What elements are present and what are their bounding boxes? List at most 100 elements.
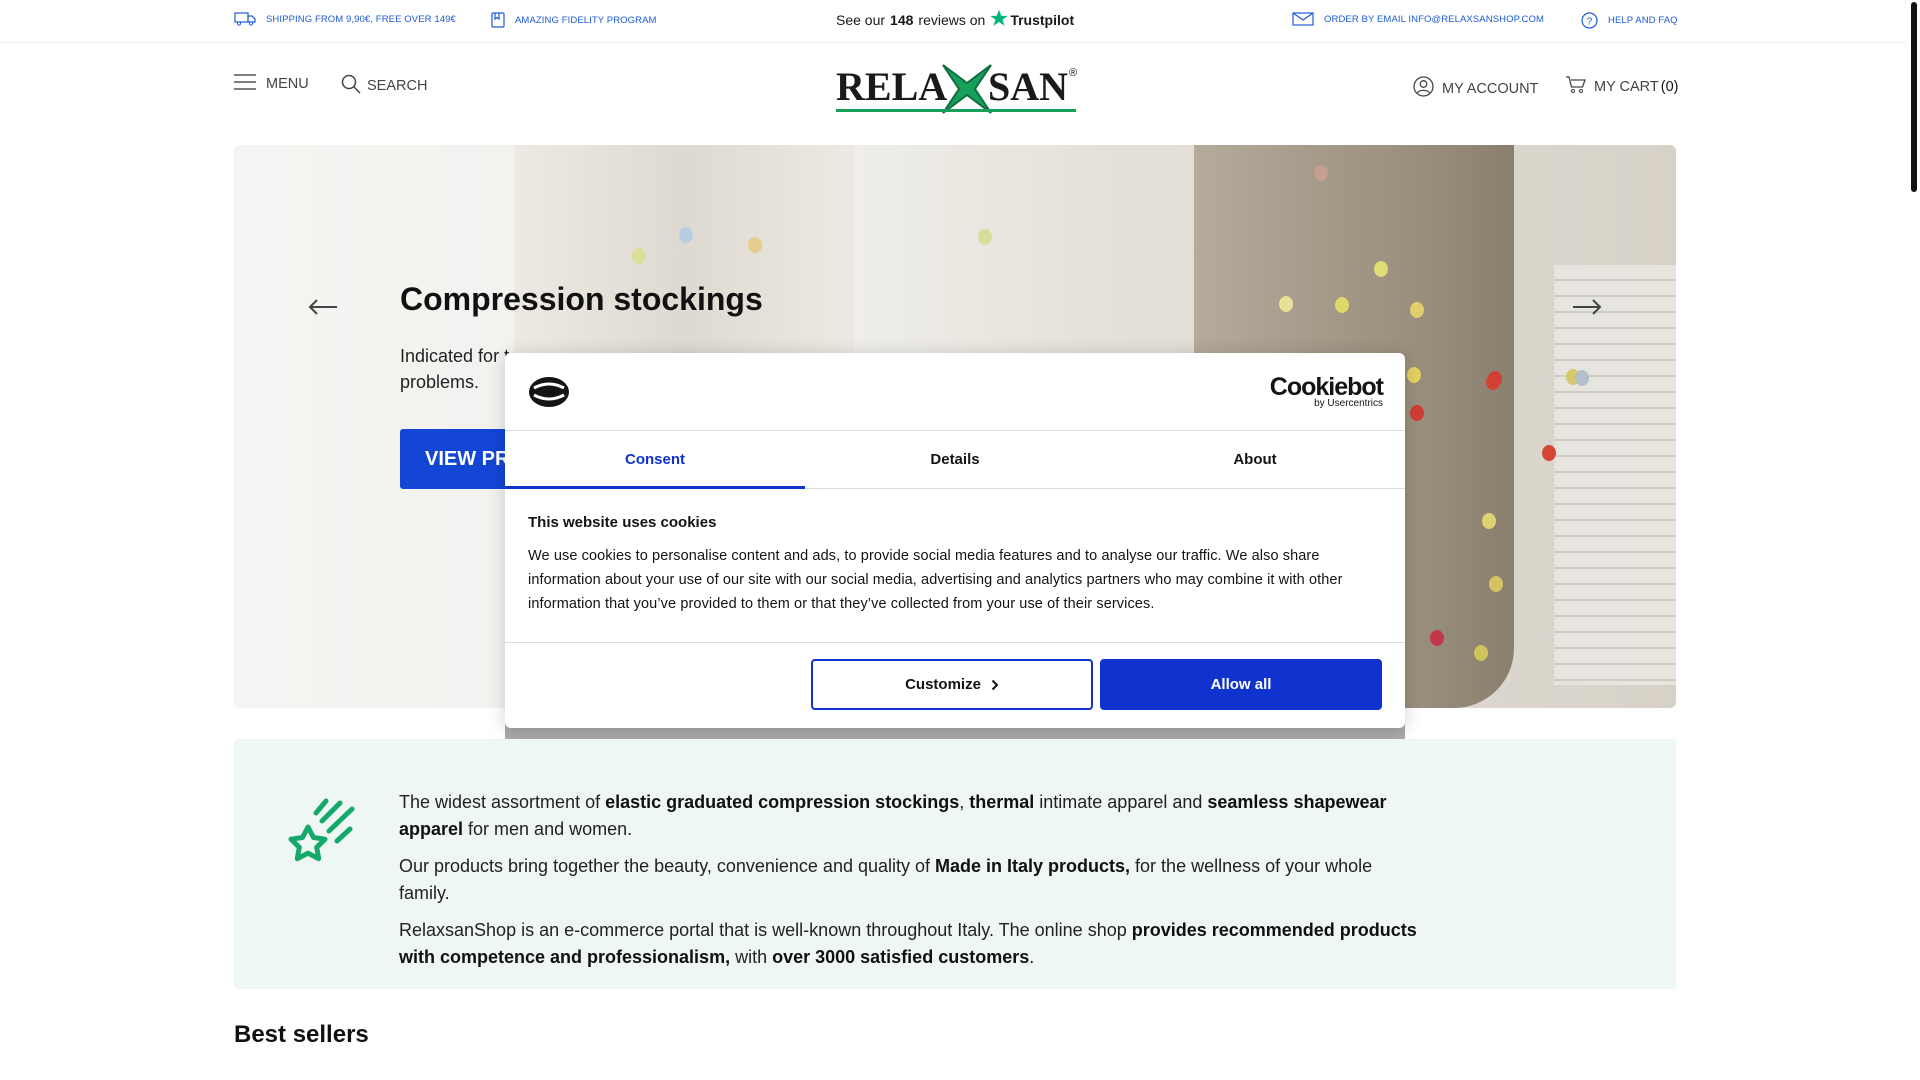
trustpilot-brand: Trustpilot: [990, 9, 1074, 30]
mail-icon: [1292, 12, 1314, 26]
p1-segment-0: The widest assortment of: [399, 792, 606, 812]
logo-cross-icon: [939, 61, 995, 122]
user-icon: [1413, 76, 1434, 101]
p1-segment-4: intimate apparel and: [1034, 792, 1208, 812]
logo-underline: [836, 109, 1076, 112]
info-text: The widest assortment of elastic graduat…: [399, 789, 1419, 981]
hero-dot: [1575, 370, 1589, 386]
star-icon: [990, 9, 1009, 30]
info-section: The widest assortment of elastic graduat…: [234, 739, 1676, 989]
trustpilot-prefix: See our: [836, 11, 886, 28]
hero-image-floor: [1554, 265, 1676, 685]
relaxsan-logo[interactable]: RELA SAN ®: [836, 63, 1078, 115]
trustpilot-widget[interactable]: See our 148 reviews on Trustpilot: [836, 9, 1074, 30]
allow-all-button[interactable]: Allow all: [1100, 659, 1382, 710]
scrollbar-thumb[interactable]: [1911, 2, 1917, 192]
hero-next-arrow[interactable]: [1572, 285, 1602, 324]
trustpilot-count: 148: [890, 11, 914, 28]
hero-dot: [1542, 445, 1556, 461]
tab-about[interactable]: About: [1105, 431, 1405, 488]
hero-title: Compression stockings: [400, 281, 763, 317]
hero-prev-arrow[interactable]: [308, 285, 338, 324]
hero-dot: [1335, 297, 1349, 313]
arrow-left-icon: [308, 285, 338, 323]
truck-icon: [234, 12, 256, 26]
chevron-right-icon: [991, 678, 999, 695]
p3-segment-2: with: [730, 947, 773, 967]
card-icon: [491, 12, 505, 28]
hero-dot: [1474, 645, 1488, 661]
hero-dot: [1488, 371, 1502, 387]
help-faq-link[interactable]: ? HELP AND FAQ: [1581, 12, 1678, 29]
cookie-logo-icon: [528, 376, 570, 413]
cookie-actions: Customize Allow all: [505, 643, 1405, 728]
cookie-dialog-header: Cookiebot by Usercentrics: [505, 353, 1405, 431]
hero-dot: [1410, 302, 1424, 318]
email-order-link[interactable]: ORDER BY EMAIL INFO@RELAXSANSHOP.COM: [1292, 12, 1544, 26]
cookie-consent-dialog: Cookiebot by Usercentrics Consent Detail…: [505, 353, 1405, 728]
logo-text-right: SAN: [988, 64, 1069, 109]
hero-dot: [679, 227, 693, 243]
trustpilot-mid: reviews on: [918, 11, 986, 28]
search-button[interactable]: SEARCH: [341, 74, 427, 98]
hero-dot: [1407, 367, 1421, 383]
hero-dot: [1482, 513, 1496, 529]
help-icon: ?: [1581, 12, 1598, 29]
menu-button[interactable]: MENU: [234, 74, 309, 94]
logo-registered: ®: [1069, 67, 1078, 79]
hero-dot: [1410, 405, 1424, 421]
logo-text-left: RELA: [836, 64, 948, 109]
shipping-label: SHIPPING FROM 9,90€, FREE OVER 149€: [266, 13, 456, 25]
email-label: ORDER BY EMAIL INFO@RELAXSANSHOP.COM: [1324, 13, 1545, 25]
info-paragraph-2: Our products bring together the beauty, …: [399, 853, 1419, 907]
p2-segment-0: Our products bring together the beauty, …: [399, 856, 936, 876]
p3-segment-0: RelaxsanShop is an e-commerce portal tha…: [399, 920, 1132, 940]
cart-count: (0): [1660, 79, 1679, 95]
cart-label: MY CART: [1594, 79, 1659, 95]
info-paragraph-3: RelaxsanShop is an e-commerce portal tha…: [399, 917, 1419, 971]
search-label: SEARCH: [367, 78, 428, 94]
shooting-star-icon: [282, 791, 358, 872]
cookie-body: This website uses cookies We use cookies…: [505, 489, 1405, 643]
p1-segment-6: for men and women.: [463, 819, 633, 839]
hero-dot: [1314, 165, 1328, 181]
hero-dot: [1430, 630, 1444, 646]
cookie-tabs: Consent Details About: [505, 431, 1405, 489]
hero-dot: [748, 237, 762, 253]
search-icon: [341, 74, 361, 98]
cookiebot-brand[interactable]: Cookiebot by Usercentrics: [1270, 375, 1384, 409]
help-label: HELP AND FAQ: [1608, 15, 1678, 26]
shipping-info[interactable]: SHIPPING FROM 9,90€, FREE OVER 149€: [234, 12, 456, 26]
account-label: MY ACCOUNT: [1442, 80, 1539, 97]
customize-button[interactable]: Customize: [811, 659, 1093, 710]
hero-dot: [1374, 261, 1388, 277]
page-scrollbar[interactable]: [1906, 0, 1920, 1080]
my-cart-button[interactable]: MY CART (0): [1566, 76, 1678, 98]
p3-segment-3: over 3000 satisfied customers: [772, 947, 1030, 967]
arrow-right-icon: [1572, 285, 1602, 323]
tab-consent[interactable]: Consent: [505, 431, 805, 489]
p1-segment-2: ,: [959, 792, 970, 812]
fidelity-program-link[interactable]: AMAZING FIDELITY PROGRAM: [491, 12, 657, 28]
hero-dot: [1279, 296, 1293, 312]
p1-segment-3: thermal: [969, 792, 1035, 812]
tab-details[interactable]: Details: [805, 431, 1105, 488]
hero-dot: [1489, 576, 1503, 592]
p2-segment-1: Made in Italy products,: [935, 856, 1131, 876]
cookie-heading: This website uses cookies: [528, 514, 717, 531]
cookie-description: We use cookies to personalise content an…: [528, 548, 1343, 612]
cart-icon: [1566, 76, 1586, 98]
info-paragraph-1: The widest assortment of elastic graduat…: [399, 789, 1419, 843]
best-sellers-heading: Best sellers: [234, 1021, 369, 1048]
top-utility-bar: SHIPPING FROM 9,90€, FREE OVER 149€ AMAZ…: [0, 0, 1906, 43]
p1-segment-1: elastic graduated compression stockings: [605, 792, 960, 812]
menu-label: MENU: [266, 76, 309, 92]
svg-text:?: ?: [1587, 17, 1593, 28]
p3-segment-4: .: [1029, 947, 1035, 967]
menu-icon: [234, 74, 256, 94]
hero-dot: [978, 229, 992, 245]
hero-dot: [632, 248, 646, 264]
my-account-button[interactable]: MY ACCOUNT: [1413, 76, 1538, 101]
main-header: MENU SEARCH RELA SAN ® MY ACCOUNT MY CAR…: [0, 44, 1906, 144]
fidelity-label: AMAZING FIDELITY PROGRAM: [515, 14, 657, 26]
